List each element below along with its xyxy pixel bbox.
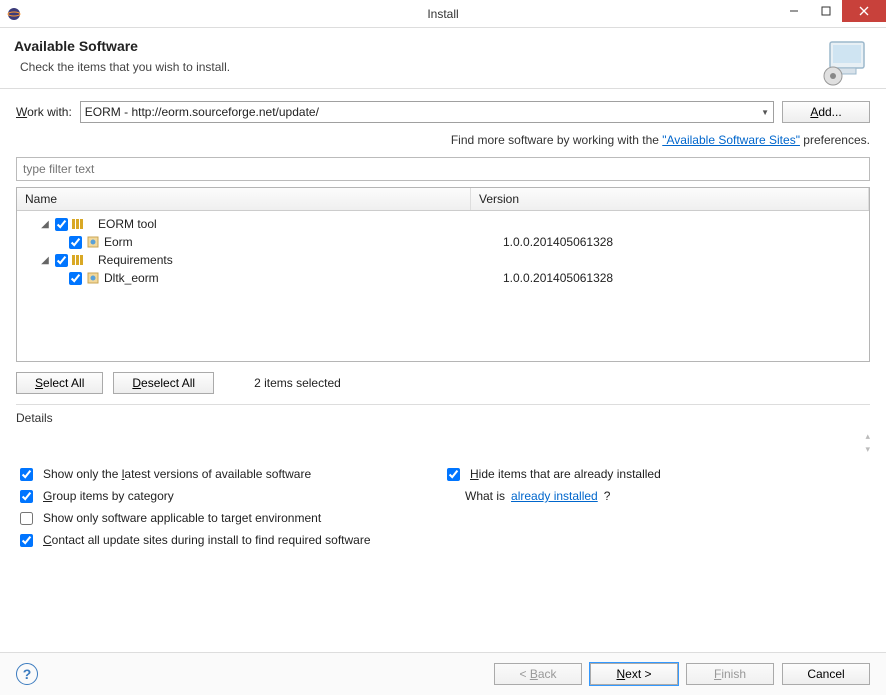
help-icon[interactable]: ? [16,663,38,685]
filter-input[interactable] [16,157,870,181]
hint-text: Find more software by working with the "… [16,133,870,147]
window-title: Install [427,7,458,21]
chevron-down-icon: ▼ [761,108,769,117]
items-selected-label: 2 items selected [254,376,341,390]
workwith-combo[interactable]: EORM - http://eorm.sourceforge.net/updat… [80,101,774,123]
category-icon [72,254,94,266]
whatis-text: What is already installed? [443,489,870,503]
table-row[interactable]: ◢ Requirements [17,251,869,269]
close-button[interactable] [842,0,886,22]
software-tree: Name Version ◢ EORM tool Eorm 1.0.0.2014… [16,187,870,362]
page-subtitle: Check the items that you wish to install… [20,60,230,74]
col-name[interactable]: Name [17,188,471,210]
option-group[interactable]: Group items by category [16,489,443,503]
finish-button: Finish [686,663,774,685]
row-checkbox[interactable] [55,254,68,267]
row-checkbox[interactable] [55,218,68,231]
col-version[interactable]: Version [471,188,869,210]
select-all-button[interactable]: Select All [16,372,103,394]
feature-icon [86,235,100,249]
option-target[interactable]: Show only software applicable to target … [16,511,443,525]
row-checkbox[interactable] [69,272,82,285]
add-button[interactable]: Add... [782,101,870,123]
option-latest[interactable]: Show only the latest versions of availab… [16,467,443,481]
wizard-footer: ? < Back Next > Finish Cancel [0,652,886,695]
details-label: Details [16,411,870,425]
category-icon [72,218,94,230]
minimize-button[interactable] [778,0,810,22]
table-row[interactable]: Dltk_eorm 1.0.0.201405061328 [17,269,869,287]
maximize-button[interactable] [810,0,842,22]
collapse-icon[interactable]: ◢ [39,254,51,266]
workwith-label: Work with: [16,105,72,119]
cancel-button[interactable]: Cancel [782,663,870,685]
next-button[interactable]: Next > [590,663,678,685]
already-installed-link[interactable]: already installed [511,489,598,503]
eclipse-icon [6,6,22,22]
table-row[interactable]: Eorm 1.0.0.201405061328 [17,233,869,251]
table-row[interactable]: ◢ EORM tool [17,215,869,233]
details-box: ▴▾ [16,425,870,451]
option-hide[interactable]: Hide items that are already installed [443,467,870,481]
install-icon [818,36,872,93]
back-button: < Back [494,663,582,685]
row-checkbox[interactable] [69,236,82,249]
option-contact[interactable]: Contact all update sites during install … [16,533,443,547]
available-sites-link[interactable]: "Available Software Sites" [662,133,800,147]
divider [16,404,870,405]
collapse-icon[interactable]: ◢ [39,218,51,230]
header-banner: Available Software Check the items that … [0,28,886,89]
deselect-all-button[interactable]: Deselect All [113,372,214,394]
workwith-value: EORM - http://eorm.sourceforge.net/updat… [85,105,319,119]
feature-icon [86,271,100,285]
details-scroll-icon[interactable]: ▴▾ [865,431,870,455]
table-header: Name Version [17,188,869,211]
page-title: Available Software [14,38,230,54]
titlebar: Install [0,0,886,28]
